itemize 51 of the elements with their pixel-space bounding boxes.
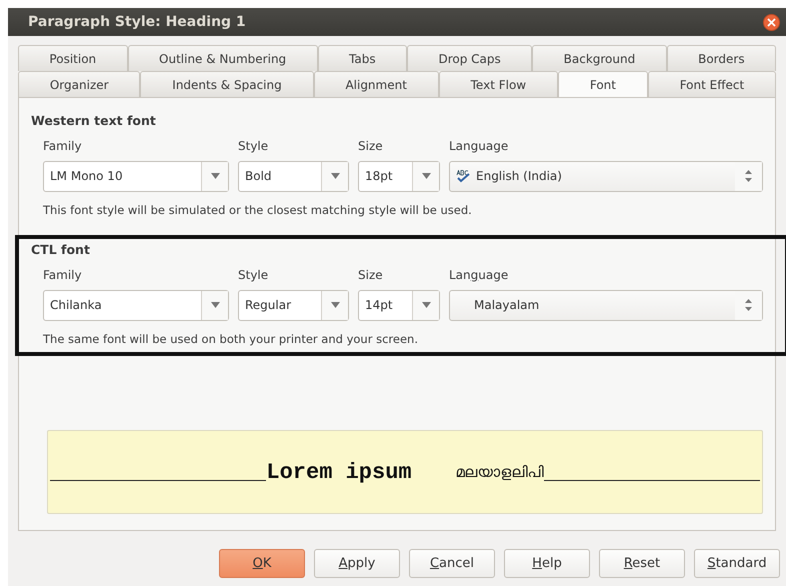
tab[interactable]: Text Flow [438, 71, 558, 97]
preview-text: Lorem ipsum [266, 458, 412, 486]
font-family-combo[interactable]: Chilanka [43, 290, 229, 321]
tab[interactable]: Position [18, 45, 128, 71]
size-label: Size [358, 138, 384, 155]
dialog-button[interactable]: Cancel [409, 549, 495, 578]
tab[interactable]: Drop Caps [407, 45, 532, 71]
dropdown-arrow-icon [422, 302, 430, 308]
tab[interactable]: Outline & Numbering [128, 45, 318, 71]
dropdown-arrow-icon [210, 302, 220, 308]
dropdown-arrow-icon [422, 173, 430, 180]
preview-text: മലയാളലിപി [456, 462, 544, 483]
language-label: Language [449, 138, 510, 155]
tab[interactable]: Indents & Spacing [140, 71, 314, 97]
hint-text: This font style will be simulated or the closest matching style will be used. [43, 202, 473, 219]
size-label: Size [358, 266, 384, 284]
style-label: Style [238, 138, 270, 155]
font-style-combo[interactable]: Bold [238, 160, 349, 192]
family-label: Family [43, 266, 83, 284]
close-icon [767, 18, 776, 26]
dialog-button[interactable]: Help [504, 549, 590, 578]
spin-arrows-icon [745, 170, 752, 182]
dropdown-arrow-icon [210, 173, 220, 180]
dialog-button[interactable]: Apply [314, 549, 400, 578]
section-title: CTL font [31, 241, 91, 259]
font-family-combo[interactable]: LM Mono 10 [43, 160, 229, 192]
dialog-button[interactable]: Standard [694, 549, 780, 578]
tab[interactable]: Font Effect [648, 71, 776, 97]
language-combo[interactable]: English (India) [449, 160, 763, 192]
close-button[interactable] [763, 14, 780, 30]
language-combo[interactable]: Malayalam [449, 290, 763, 321]
tab[interactable]: Organizer [18, 71, 140, 97]
dropdown-arrow-icon [330, 173, 340, 180]
family-label: Family [43, 138, 83, 155]
tab[interactable]: Tabs [318, 45, 408, 71]
spin-arrows-icon [745, 299, 752, 312]
hint-text: The same font will be used on both your printer and your screen. [43, 330, 419, 348]
style-label: Style [238, 266, 270, 284]
tab[interactable]: Font [558, 71, 648, 97]
dropdown-arrow-icon [330, 302, 340, 308]
dialog-button[interactable]: OK [219, 549, 305, 578]
tab[interactable]: Alignment [314, 71, 439, 97]
window-title: Paragraph Style: Heading 1 [28, 12, 246, 32]
dialog-button[interactable]: Reset [599, 549, 685, 578]
font-style-combo[interactable]: Regular [238, 290, 349, 321]
tab[interactable]: Borders [666, 45, 776, 71]
tab[interactable]: Background [532, 45, 667, 71]
font-size-combo[interactable]: 18pt [358, 160, 440, 192]
language-label: Language [449, 266, 510, 284]
section-title: Western text font [31, 112, 157, 130]
font-size-combo[interactable]: 14pt [358, 290, 440, 321]
